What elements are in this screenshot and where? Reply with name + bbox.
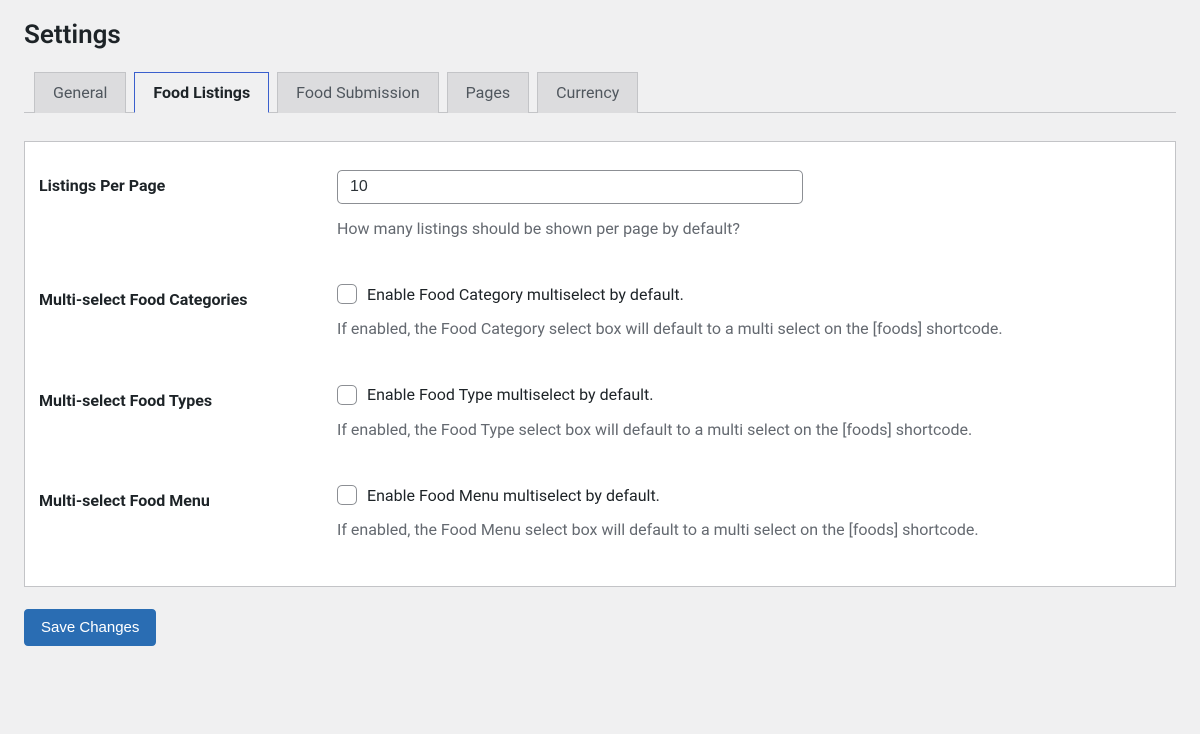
row-listings-per-page: Listings Per Page How many listings shou…: [39, 170, 1161, 240]
multi-categories-checkbox-label[interactable]: Enable Food Category multiselect by defa…: [367, 285, 684, 304]
settings-panel: Listings Per Page How many listings shou…: [24, 141, 1176, 587]
page-title: Settings: [24, 20, 1176, 50]
row-multi-types: Multi-select Food Types Enable Food Type…: [39, 385, 1161, 441]
content-multi-types: Enable Food Type multiselect by default.…: [337, 385, 1161, 441]
label-multi-menu: Multi-select Food Menu: [39, 485, 337, 510]
tab-food-submission[interactable]: Food Submission: [277, 72, 439, 113]
checkbox-line-types: Enable Food Type multiselect by default.: [337, 385, 1161, 405]
label-multi-categories: Multi-select Food Categories: [39, 284, 337, 309]
row-multi-categories: Multi-select Food Categories Enable Food…: [39, 284, 1161, 340]
tab-pages[interactable]: Pages: [447, 72, 529, 113]
row-multi-menu: Multi-select Food Menu Enable Food Menu …: [39, 485, 1161, 541]
tab-currency[interactable]: Currency: [537, 72, 638, 113]
multi-menu-checkbox-label[interactable]: Enable Food Menu multiselect by default.: [367, 486, 660, 505]
multi-menu-checkbox[interactable]: [337, 485, 357, 505]
tab-food-listings[interactable]: Food Listings: [134, 72, 269, 113]
multi-categories-checkbox[interactable]: [337, 284, 357, 304]
listings-per-page-input[interactable]: [337, 170, 803, 204]
checkbox-line-categories: Enable Food Category multiselect by defa…: [337, 284, 1161, 304]
label-listings-per-page: Listings Per Page: [39, 170, 337, 195]
help-listings-per-page: How many listings should be shown per pa…: [337, 218, 1161, 240]
tab-general[interactable]: General: [34, 72, 126, 113]
label-multi-types: Multi-select Food Types: [39, 385, 337, 410]
content-multi-menu: Enable Food Menu multiselect by default.…: [337, 485, 1161, 541]
multi-types-checkbox[interactable]: [337, 385, 357, 405]
multi-types-checkbox-label[interactable]: Enable Food Type multiselect by default.: [367, 385, 654, 404]
content-listings-per-page: How many listings should be shown per pa…: [337, 170, 1161, 240]
content-multi-categories: Enable Food Category multiselect by defa…: [337, 284, 1161, 340]
tabs-nav: General Food Listings Food Submission Pa…: [24, 72, 1176, 113]
help-multi-types: If enabled, the Food Type select box wil…: [337, 419, 1161, 441]
help-multi-menu: If enabled, the Food Menu select box wil…: [337, 519, 1161, 541]
help-multi-categories: If enabled, the Food Category select box…: [337, 318, 1161, 340]
checkbox-line-menu: Enable Food Menu multiselect by default.: [337, 485, 1161, 505]
save-changes-button[interactable]: Save Changes: [24, 609, 156, 646]
